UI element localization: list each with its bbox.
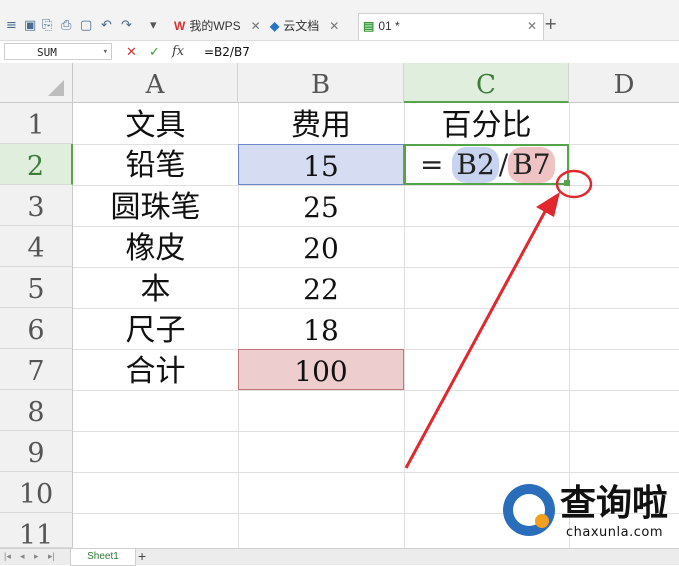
next-sheet-icon[interactable]: ▸: [34, 551, 39, 562]
arrow-head-icon: [536, 192, 560, 217]
prev-sheet-icon[interactable]: ◂: [20, 551, 25, 562]
watermark-logo-dot: [535, 514, 549, 528]
watermark-text: 查询啦: [560, 483, 669, 524]
sheet-tab-bar: |◂ ◂ ▸ ▸| Sheet1 +: [0, 548, 679, 566]
annotation-arrow-line: [404, 205, 550, 469]
annotation-circle: [555, 169, 593, 199]
sheet-tab-sheet1[interactable]: Sheet1: [70, 549, 136, 566]
watermark-url: chaxunla.com: [566, 525, 663, 540]
first-sheet-icon[interactable]: |◂: [4, 551, 11, 562]
annotation-overlay: [404, 169, 593, 469]
add-sheet-button[interactable]: +: [138, 548, 146, 564]
last-sheet-icon[interactable]: ▸|: [48, 551, 55, 562]
